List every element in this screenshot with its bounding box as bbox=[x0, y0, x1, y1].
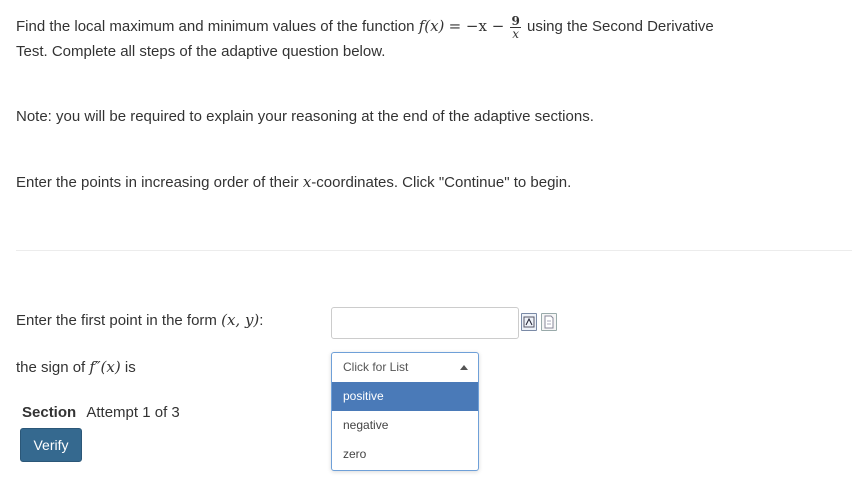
equation-editor-icon[interactable] bbox=[521, 313, 537, 331]
order-text-post: -coordinates. Click "Continue" to begin. bbox=[311, 174, 572, 191]
option-positive[interactable]: positive bbox=[332, 382, 478, 411]
function-rhs: = −x − bbox=[448, 17, 505, 35]
preview-icon[interactable] bbox=[541, 313, 557, 331]
sign-prompt: the sign of f″(x) is bbox=[16, 358, 136, 376]
point-form: (x, y) bbox=[221, 311, 260, 329]
section-label: Section bbox=[22, 404, 77, 421]
order-text-pre: Enter the points in increasing order of … bbox=[16, 174, 299, 191]
fraction-denominator: x bbox=[512, 26, 520, 41]
option-negative[interactable]: negative bbox=[332, 411, 478, 440]
point-colon: : bbox=[259, 312, 264, 329]
point-prompt: Enter the first point in the form (x, y)… bbox=[16, 311, 263, 329]
question-line-2: Test. Complete all steps of the adaptive… bbox=[16, 43, 386, 60]
select-placeholder[interactable]: Click for List bbox=[332, 353, 478, 382]
point-prompt-text: Enter the first point in the form bbox=[16, 312, 217, 329]
option-zero[interactable]: zero bbox=[332, 440, 478, 469]
note-text: Note: you will be required to explain yo… bbox=[16, 108, 594, 125]
fraction-numerator: 9 bbox=[510, 13, 521, 28]
verify-button[interactable]: Verify bbox=[20, 428, 82, 462]
question-line-1: Find the local maximum and minimum value… bbox=[16, 14, 856, 40]
attempt-counter: Attempt 1 of 3 bbox=[86, 404, 180, 421]
section-status: Section Attempt 1 of 3 bbox=[22, 404, 180, 421]
section-divider bbox=[16, 250, 852, 251]
sign-select[interactable]: Click for List positive negative zero bbox=[331, 352, 479, 471]
function-arg: (x) bbox=[424, 17, 445, 35]
second-derivative-arg: (x) bbox=[100, 358, 121, 376]
sign-prompt-pre: the sign of bbox=[16, 359, 86, 376]
second-derivative: f″ bbox=[89, 358, 101, 376]
sign-prompt-post: is bbox=[124, 359, 136, 376]
question-intro: Find the local maximum and minimum value… bbox=[16, 18, 415, 35]
caret-up-icon bbox=[460, 365, 468, 370]
point-input[interactable] bbox=[331, 307, 519, 339]
select-placeholder-text: Click for List bbox=[343, 360, 409, 374]
order-instruction: Enter the points in increasing order of … bbox=[16, 170, 856, 195]
question-intro-end: using the Second Derivative bbox=[527, 18, 714, 35]
function-fraction: 9x bbox=[510, 13, 521, 41]
